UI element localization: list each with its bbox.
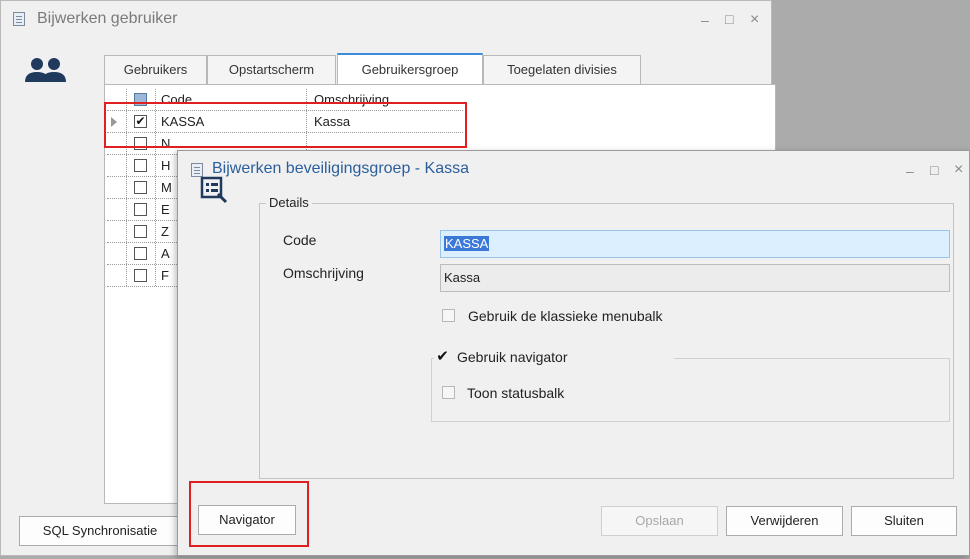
row-selector[interactable] [107,199,127,220]
row-checkbox[interactable] [134,159,147,172]
row-selector[interactable] [107,221,127,242]
close-icon[interactable]: × [750,11,759,29]
code-label: Code [283,232,317,248]
delete-button[interactable]: Verwijderen [726,506,843,536]
maximize-icon[interactable]: □ [725,11,733,27]
classic-menubar-checkbox[interactable] [442,309,455,322]
row-checkbox[interactable] [134,225,147,238]
row-selector[interactable] [107,155,127,176]
dialog-title: Bijwerken beveiligingsgroep - Kassa [212,160,470,177]
form-detail-icon [200,176,228,204]
description-label: Omschrijving [283,265,364,281]
document-icon [191,163,203,177]
row-selector[interactable] [107,265,127,286]
tab-gebruikers[interactable]: Gebruikers [104,55,207,84]
users-icon [25,58,66,82]
title-bar[interactable]: Bijwerken gebruiker – □ × [1,1,771,39]
row-check-cell[interactable] [128,177,156,198]
minimize-icon[interactable]: – [906,163,914,179]
window-title: Bijwerken gebruiker [37,10,178,27]
highlight-box [189,481,309,547]
row-selector[interactable] [107,177,127,198]
classic-menubar-label[interactable]: Gebruik de klassieke menubalk [468,308,663,324]
document-icon [13,12,25,26]
row-selector[interactable] [107,243,127,264]
row-check-cell[interactable] [128,199,156,220]
row-checkbox[interactable] [134,269,147,282]
statusbar-label[interactable]: Toon statusbalk [467,385,564,401]
security-group-dialog: Bijwerken beveiligingsgroep - Kassa – □ … [177,150,970,556]
tab-gebruikersgroep[interactable]: Gebruikersgroep [337,53,483,84]
row-check-cell[interactable] [128,243,156,264]
close-button[interactable]: Sluiten [851,506,957,536]
row-check-cell[interactable] [128,265,156,286]
highlight-box [104,102,467,148]
row-check-cell[interactable] [128,221,156,242]
sql-sync-button[interactable]: SQL Synchronisatie [19,516,181,546]
row-check-cell[interactable] [128,155,156,176]
tab-toegelaten-divisies[interactable]: Toegelaten divisies [483,55,641,84]
row-checkbox[interactable] [134,247,147,260]
tab-opstartscherm[interactable]: Opstartscherm [207,55,336,84]
save-button[interactable]: Opslaan [601,506,718,536]
navigator-label[interactable]: Gebruik navigator [457,349,568,365]
details-legend: Details [266,195,312,210]
code-value: KASSA [444,236,490,251]
close-icon[interactable]: × [954,161,963,179]
code-field[interactable]: KASSA [440,230,950,258]
row-checkbox[interactable] [134,181,147,194]
navigator-checkbox[interactable]: ✔ [436,349,449,364]
minimize-icon[interactable]: – [701,12,709,28]
row-checkbox[interactable] [134,203,147,216]
description-field[interactable]: Kassa [440,264,950,292]
statusbar-checkbox[interactable] [442,386,455,399]
maximize-icon[interactable]: □ [930,162,938,178]
